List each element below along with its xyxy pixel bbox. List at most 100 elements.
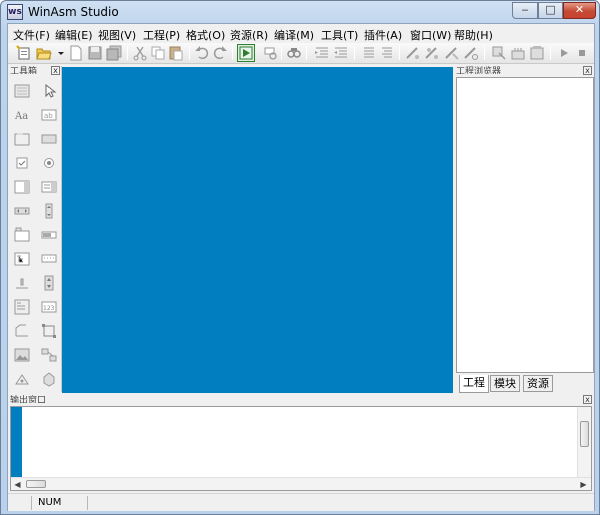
menu-tools[interactable]: 工具(T) <box>321 27 358 43</box>
image-tool-icon[interactable] <box>14 347 30 363</box>
menu-help[interactable]: 帮助(H) <box>454 27 493 43</box>
groupbox-tool-icon[interactable] <box>14 131 30 147</box>
radio-tool-icon[interactable] <box>41 155 57 171</box>
line-tool-icon[interactable] <box>14 323 30 339</box>
tab-project[interactable]: 工程 <box>459 375 489 393</box>
redo-icon[interactable] <box>212 45 228 61</box>
uncomment-icon[interactable] <box>379 45 395 61</box>
go-icon[interactable] <box>463 45 479 61</box>
menu-project[interactable]: 工程(P) <box>143 27 180 43</box>
toolbar-separator <box>232 46 233 60</box>
run-icon[interactable] <box>237 44 255 62</box>
find-icon[interactable] <box>262 45 278 61</box>
maximize-button[interactable]: □ <box>538 2 563 19</box>
status-num: NUM <box>32 496 88 510</box>
scroll-right-icon[interactable]: ▶ <box>577 478 590 491</box>
dialog-icon[interactable] <box>491 45 507 61</box>
toolbox-close-button[interactable]: x <box>51 66 60 75</box>
toolbox-panel: 工具箱 x Aa ab 123 <box>8 66 62 392</box>
datetime-tool-icon[interactable]: 123 <box>41 299 57 315</box>
animate-tool-icon[interactable] <box>41 347 57 363</box>
menu-edit[interactable]: 编辑(E) <box>55 27 93 43</box>
project-explorer-close-button[interactable]: x <box>583 66 592 75</box>
menu-bar: 文件(F) 编辑(E) 视图(V) 工程(P) 格式(O) 资源(R) 编译(M… <box>8 24 594 43</box>
build-icon[interactable] <box>444 45 460 61</box>
tabcontrol-tool-icon[interactable] <box>14 227 30 243</box>
output-window[interactable]: ◀ ▶ <box>10 406 592 491</box>
new-file-icon[interactable] <box>68 45 84 61</box>
toolbar-separator <box>189 46 190 60</box>
button-tool-icon[interactable] <box>41 131 57 147</box>
cut-icon[interactable] <box>132 45 148 61</box>
listview-tool-icon[interactable] <box>41 251 57 267</box>
new-project-icon[interactable] <box>16 45 32 61</box>
find-next-icon[interactable] <box>286 45 302 61</box>
edit-tool-icon[interactable]: ab <box>41 107 57 123</box>
ipaddress-tool-icon[interactable] <box>14 371 30 387</box>
rectangle-tool-icon[interactable] <box>41 323 57 339</box>
menu-format[interactable]: 格式(O) <box>186 27 225 43</box>
save-all-icon[interactable] <box>106 45 122 61</box>
indent-icon[interactable] <box>314 45 330 61</box>
output-vertical-scrollbar[interactable] <box>577 407 591 477</box>
undo-icon[interactable] <box>194 45 210 61</box>
assemble-icon[interactable] <box>405 45 421 61</box>
dropdown-arrow-icon[interactable] <box>53 45 64 61</box>
start-icon[interactable] <box>556 45 572 61</box>
pointer-icon[interactable] <box>41 83 57 99</box>
usercontrol-tool-icon[interactable] <box>41 371 57 387</box>
paste-icon[interactable] <box>168 45 184 61</box>
vertical-scroll-thumb[interactable] <box>580 421 589 447</box>
output-caption: 输出窗口 <box>10 396 47 403</box>
save-icon[interactable] <box>87 45 103 61</box>
output-panel: 输出窗口 x ◀ ▶ <box>8 395 594 492</box>
window-title: WinAsm Studio <box>28 5 119 19</box>
label-tool-icon[interactable]: Aa <box>14 107 30 123</box>
copy-icon[interactable] <box>150 45 166 61</box>
comment-icon[interactable] <box>361 45 377 61</box>
app-icon[interactable]: ws <box>7 4 23 20</box>
toolbar-separator <box>306 46 307 60</box>
project-tree[interactable] <box>456 77 594 373</box>
menu-file[interactable]: 文件(F) <box>13 27 50 43</box>
title-bar[interactable]: ws WinAsm Studio ‒ □ ✕ <box>1 1 599 23</box>
tab-resources[interactable]: 资源 <box>523 375 553 392</box>
toolbar-separator <box>550 46 551 60</box>
menu-make[interactable]: 编译(M) <box>274 27 314 43</box>
scroll-left-icon[interactable]: ◀ <box>11 478 24 491</box>
tab-modules[interactable]: 模块 <box>490 375 520 392</box>
open-project-icon[interactable] <box>36 45 52 61</box>
resource-icon[interactable] <box>510 45 526 61</box>
vscroll-tool-icon[interactable] <box>41 203 57 219</box>
menu-window[interactable]: 窗口(W) <box>410 27 451 43</box>
menu-addins[interactable]: 插件(A) <box>364 27 402 43</box>
editor-area[interactable] <box>62 67 453 393</box>
checkbox-tool-icon[interactable] <box>14 155 30 171</box>
output-close-button[interactable]: x <box>583 395 592 404</box>
listbox-tool-icon[interactable] <box>41 179 57 195</box>
stop-icon[interactable] <box>574 45 590 61</box>
outdent-icon[interactable] <box>333 45 349 61</box>
minimize-button[interactable]: ‒ <box>512 2 538 19</box>
output-margin <box>11 407 22 477</box>
treeview-tool-icon[interactable] <box>14 251 30 267</box>
close-button[interactable]: ✕ <box>563 2 596 19</box>
combobox-tool-icon[interactable] <box>14 179 30 195</box>
hscroll-tool-icon[interactable] <box>14 203 30 219</box>
main-window: ws WinAsm Studio ‒ □ ✕ 文件(F) 编辑(E) 视图(V)… <box>0 0 600 515</box>
pointer-grid-icon[interactable] <box>14 83 30 99</box>
menu-resource[interactable]: 资源(R) <box>230 27 268 43</box>
updown-tool-icon[interactable] <box>41 275 57 291</box>
status-bar: NUM <box>8 493 594 511</box>
link-icon[interactable] <box>424 45 440 61</box>
horizontal-scroll-thumb[interactable] <box>26 480 46 488</box>
status-cell-empty <box>8 496 32 510</box>
toolbar-separator <box>399 46 400 60</box>
rc-icon[interactable] <box>529 45 545 61</box>
menu-view[interactable]: 视图(V) <box>98 27 136 43</box>
progressbar-tool-icon[interactable] <box>41 227 57 243</box>
richedit-tool-icon[interactable] <box>14 299 30 315</box>
trackbar-tool-icon[interactable] <box>14 275 30 291</box>
output-horizontal-scrollbar[interactable]: ◀ ▶ <box>11 477 591 490</box>
toolbar-separator <box>127 46 128 60</box>
